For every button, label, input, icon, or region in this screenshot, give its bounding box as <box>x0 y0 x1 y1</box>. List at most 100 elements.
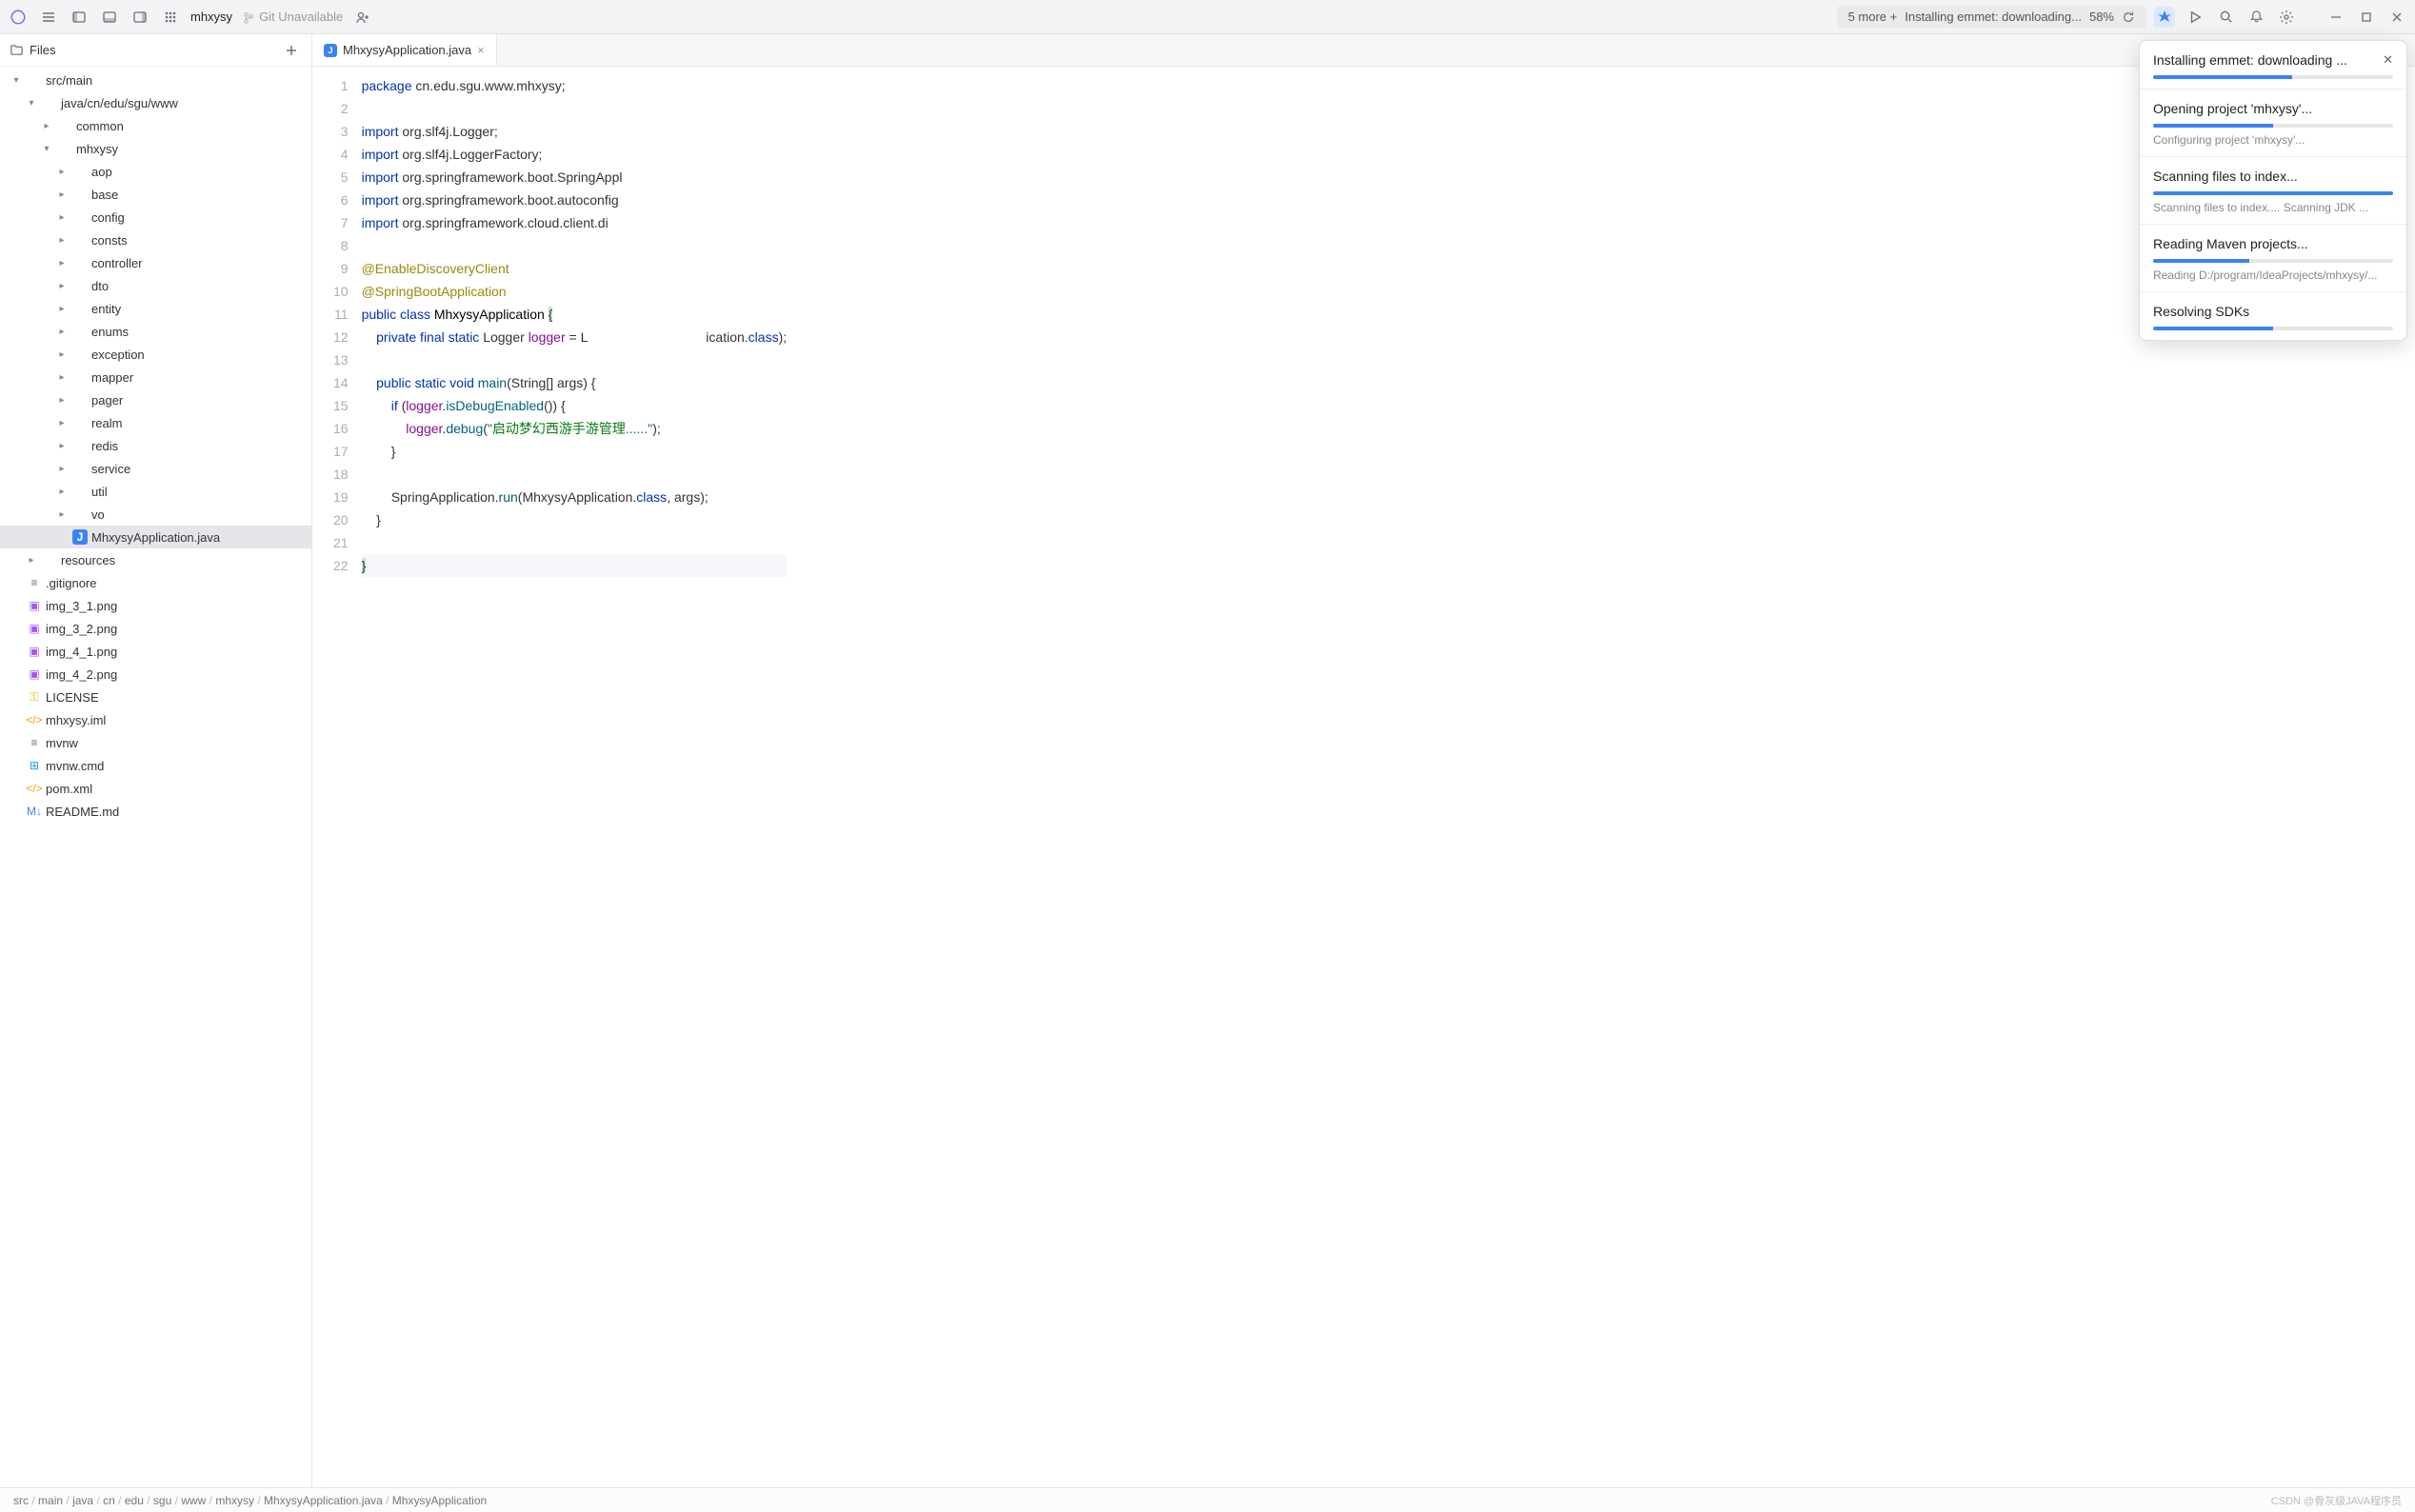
notifications-icon[interactable] <box>2245 7 2266 28</box>
breadcrumbs[interactable]: src / main / java / cn / edu / sgu / www… <box>13 1494 487 1507</box>
bg-tasks-more-label: 5 more + <box>1848 10 1898 24</box>
tree-item[interactable]: ▸base <box>0 183 311 206</box>
git-status[interactable]: Git Unavailable <box>242 10 343 24</box>
tree-item[interactable]: ▸common <box>0 114 311 137</box>
tree-item[interactable]: </>mhxysy.iml <box>0 708 311 731</box>
chevron-right-icon[interactable]: ▸ <box>55 325 69 338</box>
tree-item[interactable]: ▸exception <box>0 343 311 366</box>
chevron-right-icon[interactable]: ▸ <box>40 119 53 132</box>
tree-item[interactable]: ▣img_3_1.png <box>0 594 311 617</box>
chevron-right-icon[interactable]: ▸ <box>55 348 69 361</box>
breadcrumb-item[interactable]: mhxysy <box>215 1494 254 1507</box>
sidebar-header: Files <box>0 34 311 67</box>
window-close-icon[interactable] <box>2386 7 2407 28</box>
breadcrumb-item[interactable]: www <box>181 1494 206 1507</box>
refresh-icon[interactable] <box>2122 10 2135 24</box>
panel-left-icon[interactable] <box>69 7 90 28</box>
tree-item[interactable]: ▸enums <box>0 320 311 343</box>
tree-item[interactable]: ▸config <box>0 206 311 229</box>
window-maximize-icon[interactable] <box>2356 7 2377 28</box>
tree-item-label: dto <box>91 279 109 293</box>
breadcrumb-item[interactable]: java <box>72 1494 93 1507</box>
tree-item[interactable]: ▸ dto <box>0 274 311 297</box>
progress-item: Resolving SDKs <box>2140 292 2406 340</box>
tree-item[interactable]: ≡.gitignore <box>0 571 311 594</box>
tree-item[interactable]: ▸realm <box>0 411 311 434</box>
breadcrumb-item[interactable]: MhxysyApplication.java <box>264 1494 383 1507</box>
chevron-right-icon[interactable]: ▸ <box>25 553 38 567</box>
tree-item[interactable]: ≡mvnw <box>0 731 311 754</box>
tree-item[interactable]: ▸entity <box>0 297 311 320</box>
breadcrumb-item[interactable]: src <box>13 1494 29 1507</box>
tree-item[interactable]: </>pom.xml <box>0 777 311 800</box>
tree-item[interactable]: ⊞mvnw.cmd <box>0 754 311 777</box>
add-file-icon[interactable] <box>281 40 302 61</box>
breadcrumb-item[interactable]: cn <box>103 1494 115 1507</box>
code-content[interactable]: package cn.edu.sgu.www.mhxysy; import or… <box>362 67 788 1487</box>
search-icon[interactable] <box>2215 7 2236 28</box>
tree-item-label: img_3_1.png <box>46 599 117 613</box>
project-sidebar: Files ▾src/main▾java/cn/edu/sgu/www▸comm… <box>0 34 312 1487</box>
tree-item[interactable]: ▸ util <box>0 480 311 503</box>
tree-item[interactable]: M↓README.md <box>0 800 311 823</box>
chevron-right-icon[interactable]: ▸ <box>55 165 69 178</box>
chevron-right-icon[interactable]: ▸ <box>55 256 69 269</box>
chevron-right-icon[interactable]: ▸ <box>55 462 69 475</box>
main-menu-icon[interactable] <box>38 7 59 28</box>
chevron-right-icon[interactable]: ▸ <box>55 393 69 407</box>
chevron-down-icon[interactable]: ▾ <box>40 142 53 155</box>
tree-item[interactable]: ▾mhxysy <box>0 137 311 160</box>
tree-item[interactable]: ▸resources <box>0 548 311 571</box>
ai-assistant-icon[interactable] <box>2154 7 2175 28</box>
chevron-right-icon[interactable]: ▸ <box>55 210 69 224</box>
breadcrumb-item[interactable]: sgu <box>153 1494 171 1507</box>
chevron-right-icon[interactable]: ▸ <box>55 507 69 521</box>
apps-grid-icon[interactable] <box>160 7 181 28</box>
tree-item[interactable]: ▾java/cn/edu/sgu/www <box>0 91 311 114</box>
add-user-icon[interactable] <box>352 7 373 28</box>
run-icon[interactable] <box>2185 7 2205 28</box>
breadcrumb-item[interactable]: MhxysyApplication <box>392 1494 487 1507</box>
chevron-right-icon[interactable]: ▸ <box>55 485 69 498</box>
settings-icon[interactable] <box>2276 7 2297 28</box>
chevron-down-icon[interactable]: ▾ <box>25 96 38 109</box>
tree-item-label: .gitignore <box>46 576 96 590</box>
panel-right-icon[interactable] <box>130 7 150 28</box>
chevron-right-icon[interactable]: ▸ <box>55 279 69 292</box>
file-tree[interactable]: ▾src/main▾java/cn/edu/sgu/www▸common▾mhx… <box>0 67 311 1487</box>
tree-item[interactable]: JMhxysyApplication.java <box>0 526 311 548</box>
tree-item[interactable]: ⚿LICENSE <box>0 686 311 708</box>
chevron-right-icon[interactable]: ▸ <box>55 302 69 315</box>
tree-item[interactable]: ▸aop <box>0 160 311 183</box>
app-logo-icon[interactable] <box>8 7 29 28</box>
tree-item[interactable]: ▾src/main <box>0 69 311 91</box>
chevron-right-icon[interactable]: ▸ <box>55 439 69 452</box>
tree-item[interactable]: ▸vo <box>0 503 311 526</box>
tree-item[interactable]: ▸ mapper <box>0 366 311 388</box>
project-name[interactable]: mhxysy <box>190 10 232 24</box>
chevron-down-icon[interactable]: ▾ <box>10 73 23 87</box>
tree-item[interactable]: ▸pager <box>0 388 311 411</box>
tree-item[interactable]: ▸controller <box>0 251 311 274</box>
tree-item[interactable]: ▸redis <box>0 434 311 457</box>
chevron-right-icon[interactable]: ▸ <box>55 188 69 201</box>
tree-item[interactable]: ▣img_4_1.png <box>0 640 311 663</box>
chevron-right-icon[interactable]: ▸ <box>55 416 69 429</box>
window-minimize-icon[interactable] <box>2325 7 2346 28</box>
code-editor[interactable]: 12345678910111213141516171819202122 pack… <box>312 67 2415 1487</box>
panel-bottom-icon[interactable] <box>99 7 120 28</box>
breadcrumb-item[interactable]: main <box>38 1494 63 1507</box>
tree-item-label: mapper <box>91 370 133 385</box>
tree-item[interactable]: ▣img_3_2.png <box>0 617 311 640</box>
breadcrumb-item[interactable]: edu <box>125 1494 144 1507</box>
chevron-right-icon[interactable]: ▸ <box>55 233 69 247</box>
tree-item[interactable]: ▸consts <box>0 229 311 251</box>
close-icon[interactable]: × <box>477 43 485 57</box>
tree-item-label: util <box>91 485 108 499</box>
background-tasks-status[interactable]: 5 more + Installing emmet: downloading..… <box>1837 6 2146 28</box>
tab-mhxysyapplication[interactable]: J MhxysyApplication.java × <box>312 34 497 66</box>
tree-item[interactable]: ▣img_4_2.png <box>0 663 311 686</box>
tree-item[interactable]: ▸service <box>0 457 311 480</box>
close-icon[interactable]: ✕ <box>2383 52 2393 68</box>
chevron-right-icon[interactable]: ▸ <box>55 370 69 384</box>
